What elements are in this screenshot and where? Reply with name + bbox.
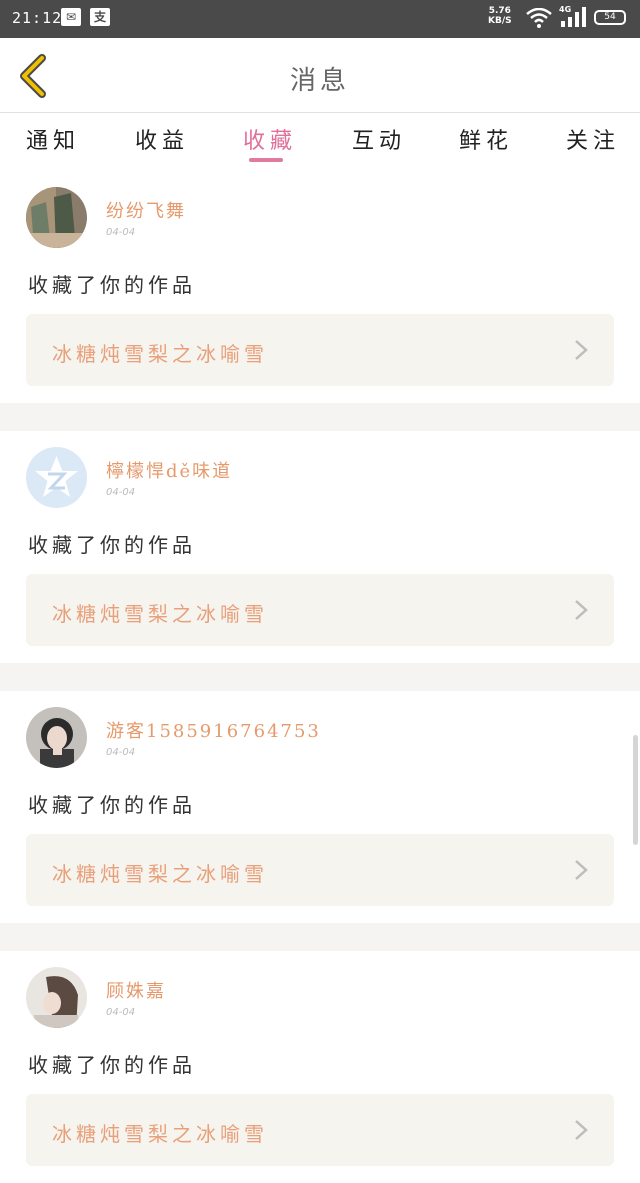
work-title: 冰糖炖雪梨之冰喻雪 — [52, 602, 268, 626]
timestamp: 04-04 — [106, 487, 136, 498]
avatar[interactable] — [26, 707, 87, 768]
page-title: 消息 — [289, 66, 350, 96]
work-link[interactable]: 冰糖炖雪梨之冰喻雪 — [26, 574, 614, 646]
message-notification-icon: ✉ — [61, 8, 81, 26]
timestamp: 04-04 — [106, 747, 136, 758]
signal-icon — [561, 7, 586, 27]
tab-bar: 通知 收益 收藏 互动 鲜花 关注 — [0, 113, 640, 171]
battery-icon: 54 — [594, 10, 626, 25]
app-header: 消息 — [0, 38, 640, 113]
divider — [0, 403, 640, 431]
activity-text: 收藏了你的作品 — [28, 273, 196, 297]
username[interactable]: 顾姝嘉 — [106, 977, 166, 1003]
alipay-notification-icon: 支 — [90, 8, 110, 26]
work-link[interactable]: 冰糖炖雪梨之冰喻雪 — [26, 834, 614, 906]
list-item: 顾姝嘉 04-04 收藏了你的作品 冰糖炖雪梨之冰喻雪 — [0, 951, 640, 1183]
wifi-icon — [526, 8, 552, 28]
chevron-right-icon — [575, 860, 588, 880]
timestamp: 04-04 — [106, 227, 136, 238]
work-link[interactable]: 冰糖炖雪梨之冰喻雪 — [26, 314, 614, 386]
active-tab-indicator — [249, 158, 283, 162]
tab-following[interactable]: 关注 — [566, 123, 620, 155]
list-item: 纷纷飞舞 04-04 收藏了你的作品 冰糖炖雪梨之冰喻雪 — [0, 171, 640, 403]
work-title: 冰糖炖雪梨之冰喻雪 — [52, 1122, 268, 1146]
work-title: 冰糖炖雪梨之冰喻雪 — [52, 862, 268, 886]
activity-text: 收藏了你的作品 — [28, 533, 196, 557]
divider — [0, 923, 640, 951]
list-item: 檸檬悍dě味道 04-04 收藏了你的作品 冰糖炖雪梨之冰喻雪 — [0, 431, 640, 663]
network-speed: 5.76 KB/S — [488, 6, 512, 26]
timestamp: 04-04 — [106, 1007, 136, 1018]
chevron-right-icon — [575, 340, 588, 360]
avatar[interactable] — [26, 187, 87, 248]
status-bar: 21:12 ✉ 支 5.76 KB/S 4G 54 — [0, 0, 640, 38]
username[interactable]: 游客1585916764753 — [106, 717, 321, 743]
avatar[interactable] — [26, 447, 87, 508]
username[interactable]: 檸檬悍dě味道 — [106, 457, 232, 483]
tab-flowers[interactable]: 鲜花 — [459, 123, 513, 155]
avatar[interactable] — [26, 967, 87, 1028]
tab-notifications[interactable]: 通知 — [26, 123, 80, 155]
activity-text: 收藏了你的作品 — [28, 1053, 196, 1077]
username[interactable]: 纷纷飞舞 — [106, 197, 186, 223]
work-title: 冰糖炖雪梨之冰喻雪 — [52, 342, 268, 366]
divider — [0, 663, 640, 691]
status-time: 21:12 — [12, 9, 63, 27]
tab-interactions[interactable]: 互动 — [352, 123, 406, 155]
list-item: 游客1585916764753 04-04 收藏了你的作品 冰糖炖雪梨之冰喻雪 — [0, 691, 640, 923]
activity-text: 收藏了你的作品 — [28, 793, 196, 817]
tab-favorites[interactable]: 收藏 — [243, 123, 297, 155]
chevron-right-icon — [575, 600, 588, 620]
tab-earnings[interactable]: 收益 — [135, 123, 189, 155]
work-link[interactable]: 冰糖炖雪梨之冰喻雪 — [26, 1094, 614, 1166]
favorites-list: 纷纷飞舞 04-04 收藏了你的作品 冰糖炖雪梨之冰喻雪 檸檬悍dě味道 04-… — [0, 171, 640, 1183]
scrollbar[interactable] — [633, 735, 638, 845]
